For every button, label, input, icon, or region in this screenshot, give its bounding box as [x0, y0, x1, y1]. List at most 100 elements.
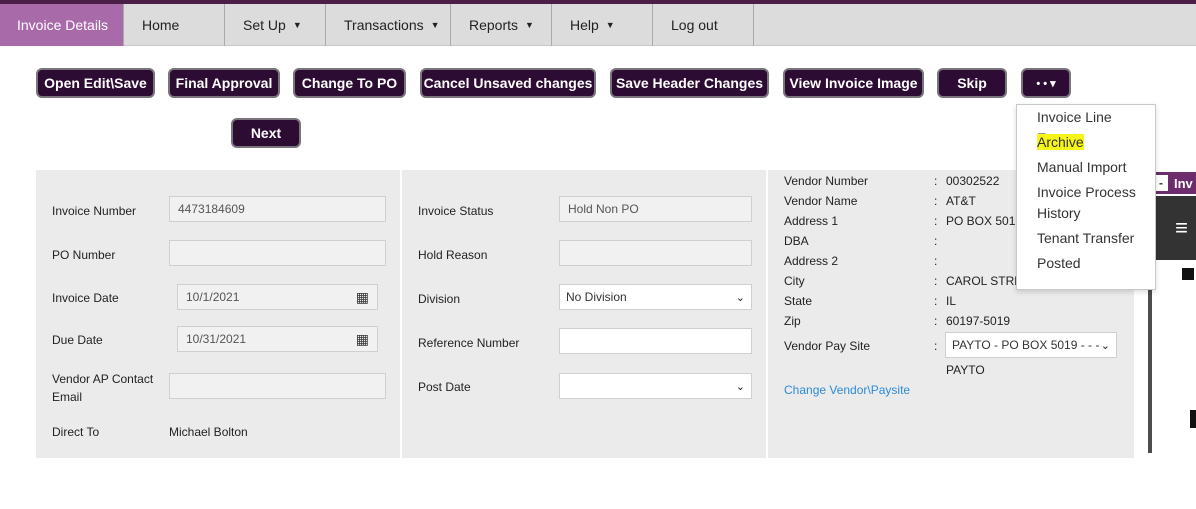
menu-item-label: History: [1037, 205, 1081, 221]
menu-item-archive[interactable]: Archive: [1037, 132, 1084, 153]
invoice-number-label: Invoice Number: [52, 204, 137, 218]
division-value: No Division: [566, 290, 627, 304]
division-select[interactable]: No Division ⌄: [559, 284, 752, 310]
hold-reason-field[interactable]: [559, 240, 752, 266]
calendar-icon[interactable]: ▦: [356, 331, 369, 348]
due-date-label: Due Date: [52, 333, 103, 347]
menu-item-posted[interactable]: Posted: [1037, 253, 1081, 274]
nav-label: Help: [570, 17, 599, 33]
skip-button[interactable]: Skip: [937, 68, 1007, 98]
vendor-colons: : : : : : : : :: [934, 171, 944, 331]
due-date-value: 10/31/2021: [186, 332, 247, 346]
caret-down-icon: ▼: [292, 20, 302, 30]
save-header-changes-button[interactable]: Save Header Changes: [610, 68, 769, 98]
invoice-info-panel: Invoice Number 4473184609 PO Number Invo…: [36, 170, 400, 458]
colon: :: [934, 214, 938, 228]
po-number-field[interactable]: [169, 240, 386, 266]
panel-header-title: Inv: [1174, 175, 1193, 191]
view-invoice-image-button[interactable]: View Invoice Image: [783, 68, 924, 98]
nav-label: Home: [142, 17, 180, 33]
nav-setup[interactable]: Set Up ▼: [225, 4, 326, 46]
more-options-button[interactable]: • • ▾: [1021, 68, 1071, 98]
menu-item-label: Archive: [1037, 134, 1084, 150]
nav-label: Reports: [469, 17, 519, 33]
menu-item-tenant-transfer[interactable]: Tenant Transfer: [1037, 228, 1134, 249]
zip-label: Zip: [784, 314, 801, 328]
nav-label: Set Up: [243, 17, 286, 33]
colon: :: [934, 194, 938, 208]
open-edit-save-button[interactable]: Open Edit\Save: [36, 68, 155, 98]
reference-number-input[interactable]: [559, 328, 752, 354]
due-date-field[interactable]: 10/31/2021 ▦: [177, 326, 378, 352]
state-value: IL: [946, 294, 957, 308]
vendor-labels: Vendor Number Vendor Name Address 1 DBA …: [784, 171, 924, 331]
change-to-po-button[interactable]: Change To PO: [293, 68, 406, 98]
vendor-pay-site-sub: PAYTO: [946, 363, 985, 377]
caret-down-icon: ▼: [430, 20, 440, 30]
direct-to-label: Direct To: [52, 425, 100, 439]
invoice-date-value: 10/1/2021: [186, 290, 240, 304]
vendor-pay-site-label: Vendor Pay Site: [784, 339, 871, 353]
address2-label: Address 2: [784, 254, 839, 268]
nav-reports[interactable]: Reports ▼: [451, 4, 552, 46]
more-options-menu: Invoice Line Export Archive Manual Impor…: [1016, 104, 1156, 290]
vendor-name-label: Vendor Name: [784, 194, 858, 208]
change-vendor-paysite-link[interactable]: Change Vendor\Paysite: [784, 381, 910, 399]
menu-item-label: Manual Import: [1037, 159, 1127, 175]
post-date-select[interactable]: ⌄: [559, 373, 752, 399]
panel-header: - Inv: [1152, 172, 1196, 194]
menu-item-label: Tenant Transfer: [1037, 230, 1135, 246]
nav-home[interactable]: Home: [124, 4, 225, 46]
vendor-pay-site-select[interactable]: PAYTO - PO BOX 5019 - - - C ⌄: [945, 332, 1117, 358]
next-button[interactable]: Next: [231, 118, 301, 148]
menu-item-label: Posted: [1037, 255, 1081, 271]
colon: :: [934, 174, 938, 188]
nav-invoice-details[interactable]: Invoice Details: [0, 4, 124, 46]
panel-toolbar: ≡: [1152, 196, 1196, 260]
address1-label: Address 1: [784, 214, 839, 228]
dba-label: DBA: [784, 234, 809, 248]
hold-reason-label: Hold Reason: [418, 248, 488, 262]
invoice-status-label: Invoice Status: [418, 204, 494, 218]
invoice-status-panel: Invoice Status Hold Non PO Hold Reason D…: [402, 170, 766, 458]
division-label: Division: [418, 292, 461, 306]
collapse-icon[interactable]: -: [1154, 175, 1168, 191]
caret-down-icon: ▼: [525, 20, 534, 30]
po-number-label: PO Number: [52, 248, 116, 262]
vendor-number-label: Vendor Number: [784, 174, 869, 188]
cancel-unsaved-changes-button[interactable]: Cancel Unsaved changes: [420, 68, 596, 98]
hamburger-menu-icon[interactable]: ≡: [1175, 215, 1188, 241]
nav-transactions[interactable]: Transactions ▼: [326, 4, 451, 46]
menu-item-manual-import[interactable]: Manual Import: [1037, 157, 1126, 178]
nav-label: Log out: [671, 17, 718, 33]
caret-down-icon: ▼: [605, 20, 615, 30]
vendor-ap-contact-field[interactable]: [169, 373, 386, 399]
colon: :: [934, 234, 938, 248]
colon: :: [934, 274, 938, 288]
vendor-pay-site-value: PAYTO - PO BOX 5019 - - - C: [952, 338, 1101, 352]
document-preview-mark: [1182, 268, 1194, 280]
vendor-ap-contact-label-email: Email: [52, 390, 83, 404]
nav-label: Invoice Details: [17, 17, 109, 33]
chevron-down-icon: ⌄: [735, 380, 745, 393]
nav-label: Transactions: [344, 17, 424, 33]
invoice-number-field[interactable]: 4473184609: [169, 196, 386, 222]
invoice-date-label: Invoice Date: [52, 291, 119, 305]
invoice-status-field: Hold Non PO: [559, 196, 752, 222]
direct-to-value: Michael Bolton: [169, 425, 248, 439]
document-preview-mark: [1190, 410, 1196, 428]
final-approval-button[interactable]: Final Approval: [168, 68, 280, 98]
colon: :: [934, 339, 938, 353]
nav-logout[interactable]: Log out: [653, 4, 754, 46]
nav-help[interactable]: Help ▼: [552, 4, 653, 46]
vendor-ap-contact-label: Vendor AP Contact: [52, 372, 154, 386]
invoice-date-field[interactable]: 10/1/2021 ▦: [177, 284, 378, 310]
city-label: City: [784, 274, 805, 288]
top-nav: Invoice Details Home Set Up ▼ Transaction…: [0, 4, 1196, 46]
colon: :: [934, 314, 938, 328]
calendar-icon[interactable]: ▦: [356, 289, 369, 306]
colon: :: [934, 254, 938, 268]
menu-item-invoice-process-history[interactable]: Invoice Process History: [1037, 182, 1136, 224]
chevron-down-icon: ⌄: [735, 291, 745, 304]
post-date-label: Post Date: [418, 380, 471, 394]
